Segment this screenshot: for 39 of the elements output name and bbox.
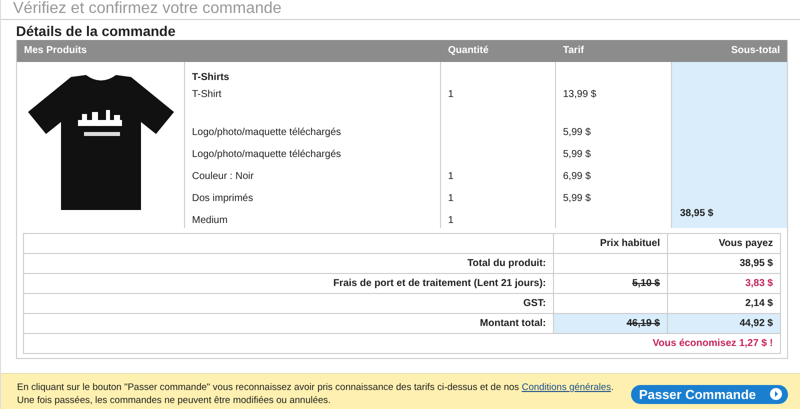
column-header: Tarif (556, 40, 672, 62)
regular-price-cell: 5,10 $ (554, 274, 668, 294)
item-quantity: 1 (448, 215, 454, 226)
terms-link[interactable]: Conditions générales (522, 382, 611, 393)
item-quantity: 1 (448, 171, 454, 182)
place-order-button[interactable]: Passer Commande (630, 384, 788, 404)
item-description: Logo/photo/maquette téléchargés (192, 149, 341, 160)
item-price: 5,99 $ (563, 149, 591, 160)
item-price: 5,99 $ (563, 193, 591, 204)
column-header: Quantité (441, 40, 556, 62)
column-header: Mes Produits (17, 40, 441, 62)
item-description: Logo/photo/maquette téléchargés (192, 127, 341, 138)
column-header: Sous-total (672, 40, 787, 62)
item-price: 5,99 $ (563, 127, 591, 138)
you-pay-cell: 3,83 $ (668, 274, 781, 294)
product-group: T-Shirts (185, 72, 440, 84)
item-price: 13,99 $ (563, 89, 596, 100)
column-header: Prix habituel (554, 234, 668, 254)
terms-notice: En cliquant sur le bouton "Passer commande" vous reconnaissez avoir pris connaissance des tarifs ci-dessus et de nos Conditions générales. (17, 381, 614, 394)
you-pay-cell: 38,95 $ (668, 254, 781, 274)
total-label: GST: (24, 294, 554, 314)
total-label: Montant total: (24, 314, 554, 334)
item-description: T-Shirt (192, 89, 222, 100)
item-quantity: 1 (448, 193, 454, 204)
total-label: Frais de port et de traitement (Lent 21 jours): (24, 274, 554, 294)
item-description: Couleur : Noir (192, 171, 254, 182)
item-description: Dos imprimés (192, 193, 254, 204)
subtotal-cell: 38,95 $ (672, 62, 787, 228)
item-description: Medium (192, 215, 228, 226)
savings-text: Vous économisez 1,27 $ ! (24, 334, 781, 354)
page-title: Vérifiez et confirmez votre commande (1, 0, 800, 20)
item-price: 6,99 $ (563, 171, 591, 182)
item-quantity: 1 (448, 89, 454, 100)
section-title: Détails de la commande (15, 22, 177, 40)
regular-price-cell: 46,19 $ (554, 314, 668, 334)
you-pay-cell: 44,92 $ (668, 314, 781, 334)
cancellation-notice: Une fois passées, les commandes ne peuvent être modifiées ou annulées. (17, 394, 332, 407)
total-label: Total du produit: (24, 254, 554, 274)
column-header: Vous payez (668, 234, 781, 254)
